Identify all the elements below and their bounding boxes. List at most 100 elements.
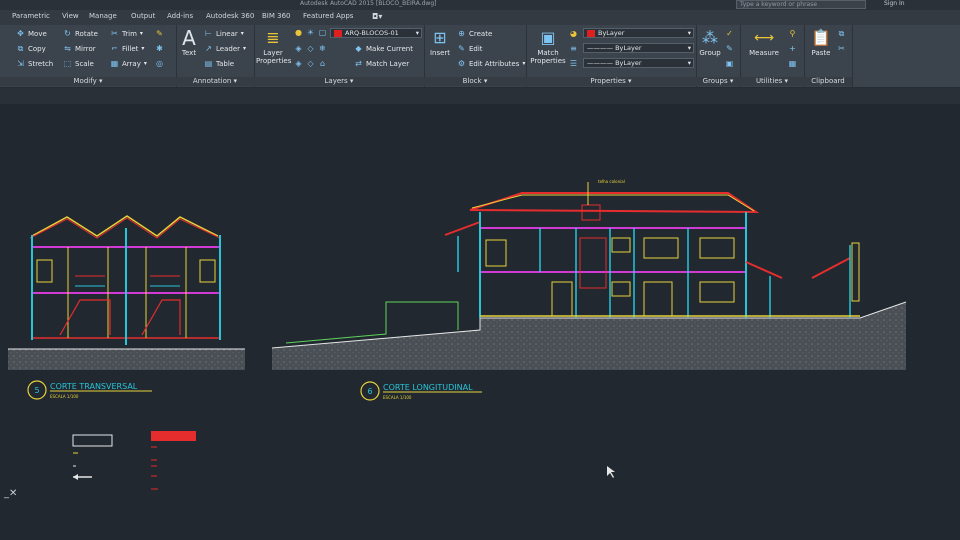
copy-clip-icon: ⧉ <box>838 29 845 38</box>
linetype-dropdown[interactable]: ———— ByLayer ▾ <box>583 43 694 53</box>
linear-button[interactable]: ⊢ Linear ▾ <box>204 29 244 38</box>
section-5-number: 5 <box>34 386 39 395</box>
tab-featured-apps[interactable]: Featured Apps <box>303 12 353 20</box>
layer-off-icon[interactable]: ◈ <box>294 44 303 53</box>
panel-label-modify[interactable]: Modify ▾ <box>0 77 176 86</box>
offset-button[interactable]: ◎ <box>155 59 164 68</box>
layer-freeze-icon[interactable]: ❄ <box>318 44 327 53</box>
edit-attributes-button[interactable]: ⚙ Edit Attributes ▾ <box>457 59 525 68</box>
explode-button[interactable]: ✱ <box>155 44 164 53</box>
drawing-canvas[interactable]: telha colonial 5 CORTE TRANSVERSAL ESCAL… <box>0 104 960 540</box>
legend-hatch-symbol <box>151 431 196 441</box>
tab-view[interactable]: View <box>62 12 79 20</box>
create-block-icon: ⊕ <box>458 29 465 38</box>
match-properties-button[interactable]: ▣ Match Properties <box>530 27 566 65</box>
group-button[interactable]: ⁂ Group <box>698 27 722 57</box>
fillet-icon: ⌐ <box>111 44 118 53</box>
erase-button[interactable]: ✎ <box>155 29 164 38</box>
panel-label-annotation[interactable]: Annotation ▾ <box>176 77 254 86</box>
quick-select-button[interactable]: ⚲ <box>788 29 797 38</box>
layer-properties-label: Layer Properties <box>256 49 292 65</box>
make-current-button[interactable]: ◆ Make Current <box>354 44 413 53</box>
tab-manage[interactable]: Manage <box>89 12 117 20</box>
stretch-button[interactable]: ⇲ Stretch <box>16 59 53 68</box>
cut-button[interactable]: ✂ <box>837 44 846 53</box>
properties-panel-label: Properties <box>590 77 626 85</box>
panel-label-clipboard[interactable]: Clipboard <box>804 77 852 86</box>
ungroup-button[interactable]: ✓ <box>725 29 734 38</box>
section-6-drawing[interactable]: telha colonial <box>271 179 907 370</box>
paste-label: Paste <box>811 49 831 57</box>
sign-in-link[interactable]: Sign In <box>884 0 905 7</box>
id-point-button[interactable]: + <box>788 44 797 53</box>
create-label: Create <box>469 29 493 38</box>
section-5-scale: ESCALA 1/100 <box>50 394 79 399</box>
panel-label-groups[interactable]: Groups ▾ <box>696 77 740 86</box>
search-input[interactable]: Type a keyword or phrase <box>736 0 866 9</box>
tab-add-ins[interactable]: Add-ins <box>167 12 193 20</box>
make-current-label: Make Current <box>366 44 413 53</box>
panel-clipboard: 📋 Paste ⧉ ✂ Clipboard <box>804 25 853 87</box>
measure-button[interactable]: ⟷ Measure <box>744 27 784 57</box>
linetype-icon-wrap: ≡ <box>569 44 578 53</box>
copy-label: Copy <box>28 44 46 53</box>
layer-unisolate-icon[interactable]: ◇ <box>306 59 315 68</box>
layer-properties-button[interactable]: ≣ Layer Properties <box>256 27 292 65</box>
rotate-button[interactable]: ↻ Rotate <box>63 29 98 38</box>
cut-icon: ✂ <box>838 44 845 53</box>
section-5-title-block[interactable]: 5 CORTE TRANSVERSAL ESCALA 1/100 <box>27 380 152 400</box>
scale-button[interactable]: ⬚ Scale <box>63 59 94 68</box>
tab-autodesk-360[interactable]: Autodesk 360 <box>206 12 254 20</box>
section-6-title-block[interactable]: 6 CORTE LONGITUDINAL ESCALA 1/100 <box>360 381 482 401</box>
panel-label-layers[interactable]: Layers ▾ <box>254 77 424 86</box>
panel-label-block[interactable]: Block ▾ <box>424 77 526 86</box>
linear-label: Linear <box>216 29 238 38</box>
tab-parametric[interactable]: Parametric <box>12 12 50 20</box>
trim-label: Trim <box>122 29 137 38</box>
tab-output[interactable]: Output <box>131 12 155 20</box>
match-layer-button[interactable]: ⇄ Match Layer <box>354 59 409 68</box>
tab-overflow-icon[interactable]: ◘▾ <box>372 12 382 21</box>
array-button[interactable]: ▦ Array ▾ <box>110 59 147 68</box>
group-select-button[interactable]: ▣ <box>725 59 734 68</box>
fillet-button[interactable]: ⌐ Fillet ▾ <box>110 44 144 53</box>
ungroup-icon: ✓ <box>726 29 733 38</box>
group-select-icon: ▣ <box>725 59 734 68</box>
color-dropdown[interactable]: ByLayer ▾ <box>583 28 694 38</box>
group-edit-button[interactable]: ✎ <box>725 44 734 53</box>
tab-bim-360[interactable]: BIM 360 <box>262 12 291 20</box>
paste-button[interactable]: 📋 Paste <box>808 27 834 57</box>
text-button[interactable]: A Text <box>178 27 200 57</box>
edit-block-button[interactable]: ✎ Edit <box>457 44 482 53</box>
lineweight-value: ByLayer <box>615 59 642 67</box>
layer-isolate-icon[interactable]: ◇ <box>306 44 315 53</box>
panel-utilities: ⟷ Measure ⚲ + ▦ Utilities ▾ <box>740 25 805 87</box>
section-5-drawing[interactable] <box>8 215 245 370</box>
panel-label-properties[interactable]: Properties ▾ <box>526 77 696 86</box>
move-button[interactable]: ✥ Move <box>16 29 47 38</box>
calculator-button[interactable]: ▦ <box>788 59 797 68</box>
layer-on-icon[interactable]: ◈ <box>294 59 303 68</box>
trim-button[interactable]: ✂ Trim ▾ <box>110 29 143 38</box>
layer-lock-icon[interactable]: ⌂ <box>318 59 327 68</box>
edit-attributes-label: Edit Attributes <box>469 59 520 68</box>
color-value: ByLayer <box>598 29 625 37</box>
lineweight-dropdown[interactable]: ———— ByLayer ▾ <box>583 58 694 68</box>
panel-label-utilities[interactable]: Utilities ▾ <box>740 77 804 86</box>
table-button[interactable]: ▤ Table <box>204 59 234 68</box>
copy-clip-button[interactable]: ⧉ <box>837 29 846 38</box>
edit-attributes-icon: ⚙ <box>457 59 466 68</box>
match-properties-icon: ▣ <box>540 28 556 47</box>
insert-button[interactable]: ⊞ Insert <box>428 27 452 57</box>
leader-button[interactable]: ↗ Leader ▾ <box>204 44 246 53</box>
leader-label: Leader <box>216 44 241 53</box>
make-current-icon: ◆ <box>355 44 362 53</box>
mirror-button[interactable]: ⇋ Mirror <box>63 44 95 53</box>
legend-blocks[interactable] <box>72 431 196 490</box>
copy-button[interactable]: ⧉ Copy <box>16 44 46 53</box>
create-block-button[interactable]: ⊕ Create <box>457 29 492 38</box>
panel-modify: ✥ Move ↻ Rotate ✂ Trim ▾ ✎ ⧉ Copy ⇋ Mirror ⌐ Fi… <box>0 25 177 87</box>
utilities-panel-label: Utilities <box>755 77 783 85</box>
layer-dropdown[interactable]: ARQ-BLOCOS-01 ▾ <box>330 28 422 38</box>
text-icon: A <box>182 26 196 50</box>
